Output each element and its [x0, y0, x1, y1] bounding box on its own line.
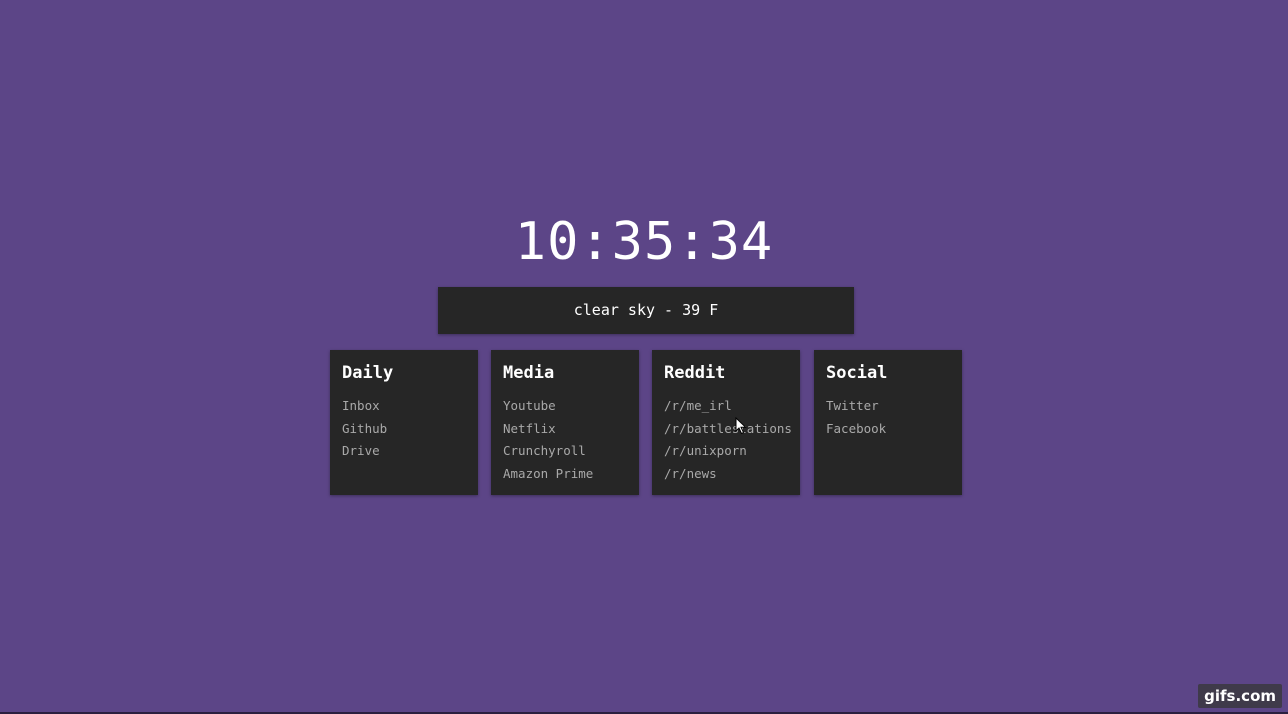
link-list: /r/me_irl /r/battlestations /r/unixporn … — [664, 395, 800, 486]
link-drive[interactable]: Drive — [342, 440, 478, 463]
link-list: Inbox Github Drive — [342, 395, 478, 463]
link-github[interactable]: Github — [342, 418, 478, 441]
card-social: Social Twitter Facebook — [814, 350, 962, 495]
weather-bar: clear sky - 39 F — [438, 287, 854, 334]
link-list: Twitter Facebook — [826, 395, 962, 440]
startpage: 10:35:34 clear sky - 39 F Daily Inbox Gi… — [0, 0, 1288, 714]
link-netflix[interactable]: Netflix — [503, 418, 639, 441]
card-title: Social — [826, 363, 888, 383]
card-title: Reddit — [664, 363, 726, 383]
link-battlestations[interactable]: /r/battlestations — [664, 418, 800, 441]
card-daily: Daily Inbox Github Drive — [330, 350, 478, 495]
link-youtube[interactable]: Youtube — [503, 395, 639, 418]
link-crunchyroll[interactable]: Crunchyroll — [503, 440, 639, 463]
link-me-irl[interactable]: /r/me_irl — [664, 395, 800, 418]
card-media: Media Youtube Netflix Crunchyroll Amazon… — [491, 350, 639, 495]
watermark-logo: gifs.com — [1198, 684, 1282, 708]
mouse-cursor-icon — [735, 417, 747, 435]
card-title: Daily — [342, 363, 394, 383]
card-title: Media — [503, 363, 555, 383]
link-amazon-prime[interactable]: Amazon Prime — [503, 463, 639, 486]
link-twitter[interactable]: Twitter — [826, 395, 962, 418]
card-reddit: Reddit /r/me_irl /r/battlestations /r/un… — [652, 350, 800, 495]
link-list: Youtube Netflix Crunchyroll Amazon Prime — [503, 395, 639, 486]
link-news[interactable]: /r/news — [664, 463, 800, 486]
link-unixporn[interactable]: /r/unixporn — [664, 440, 800, 463]
clock: 10:35:34 — [514, 212, 774, 272]
link-inbox[interactable]: Inbox — [342, 395, 478, 418]
link-facebook[interactable]: Facebook — [826, 418, 962, 441]
